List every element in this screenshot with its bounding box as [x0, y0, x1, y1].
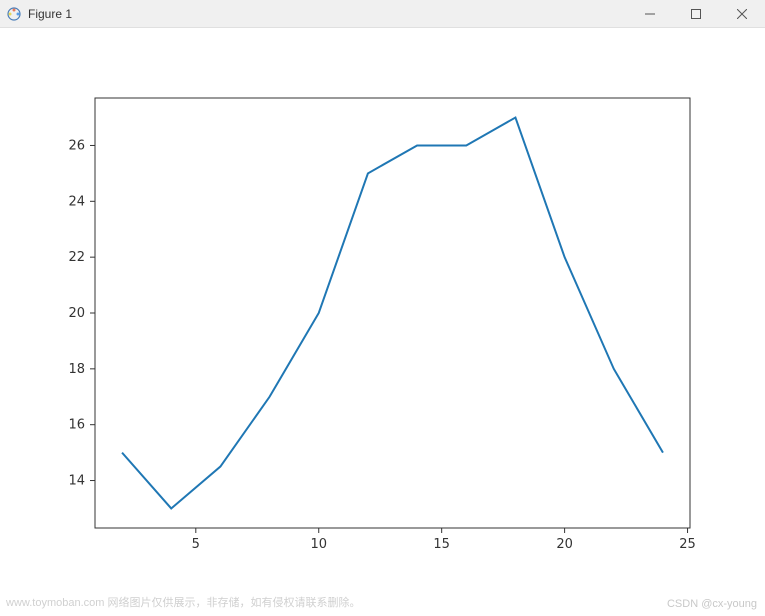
data-series-line [122, 118, 663, 509]
y-tick-label: 22 [68, 250, 85, 265]
x-tick-label: 25 [679, 537, 696, 552]
close-button[interactable] [719, 0, 765, 28]
line-chart: 5 10 15 20 25 14 16 18 20 22 24 26 [0, 28, 765, 588]
x-tick-label: 5 [192, 537, 200, 552]
y-tick-label: 16 [68, 418, 85, 433]
y-tick-label: 24 [68, 194, 85, 209]
x-tick-label: 20 [556, 537, 573, 552]
minimize-button[interactable] [627, 0, 673, 28]
y-tick-label: 26 [68, 138, 85, 153]
x-tick-label: 15 [433, 537, 450, 552]
chart-area: 5 10 15 20 25 14 16 18 20 22 24 26 [0, 28, 765, 588]
window-controls [627, 0, 765, 28]
window-title: Figure 1 [28, 7, 72, 21]
watermark-left: www.toymoban.com 网络图片仅供展示，非存储，如有侵权请联系删除。 [6, 594, 360, 610]
maximize-button[interactable] [673, 0, 719, 28]
titlebar: Figure 1 [0, 0, 765, 28]
y-tick-label: 20 [68, 306, 85, 321]
y-tick-label: 14 [68, 474, 85, 489]
x-tick-label: 10 [310, 537, 327, 552]
app-icon [6, 6, 22, 22]
watermark-right: CSDN @cx-young [667, 598, 757, 610]
y-tick-label: 18 [68, 362, 85, 377]
